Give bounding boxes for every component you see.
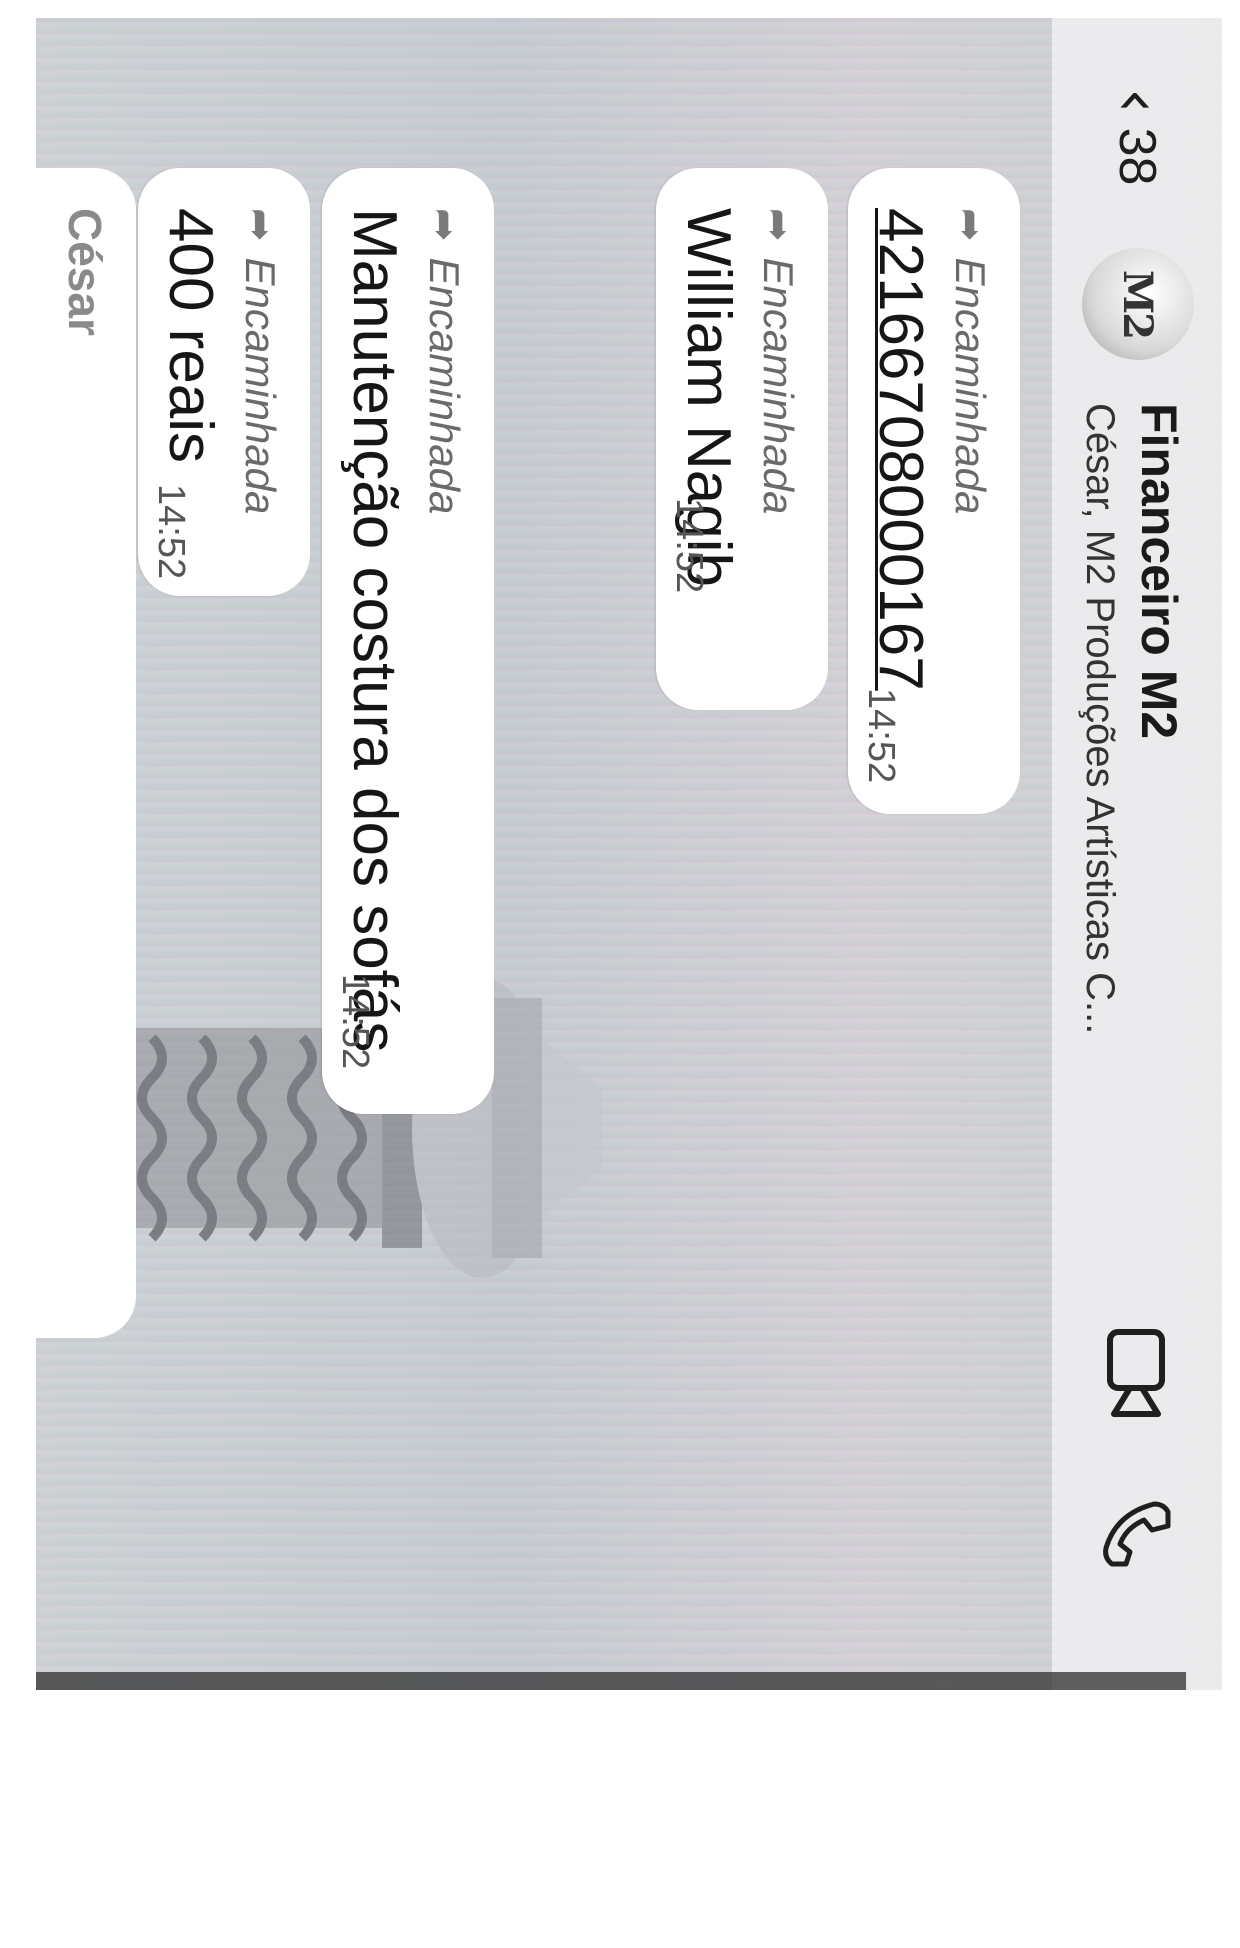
forwarded-text: Encaminhada <box>421 257 468 515</box>
scanned-page: ‹ 38 M2 Financeiro M2 César, M2 Produçõe… <box>0 0 1240 1948</box>
forwarded-label: ➦ Encaminhada <box>236 208 284 514</box>
message-text: 400 reais <box>156 208 225 464</box>
chat-header: ‹ 38 M2 Financeiro M2 César, M2 Produçõe… <box>1052 18 1222 1690</box>
message-time: 14:52 <box>668 498 710 594</box>
back-button[interactable]: ‹ 38 <box>1092 88 1182 198</box>
message-bubble[interactable]: ➦ Encaminhada 42166708000167 14:52 <box>848 168 1020 814</box>
forward-arrow-icon: ➦ <box>755 208 801 242</box>
next-message-bubble[interactable]: César <box>36 168 136 1338</box>
forward-arrow-icon: ➦ <box>947 208 993 242</box>
scan-edge <box>36 1672 1186 1690</box>
forward-arrow-icon: ➦ <box>421 208 467 242</box>
video-camera-icon[interactable] <box>1104 1328 1168 1418</box>
sender-name: César <box>59 208 111 336</box>
unread-count: 38 <box>1108 127 1166 186</box>
forwarded-text: Encaminhada <box>755 257 802 515</box>
chat-screen: ‹ 38 M2 Financeiro M2 César, M2 Produçõe… <box>36 18 1222 1690</box>
chevron-left-icon: ‹ <box>1100 88 1174 114</box>
message-bubble[interactable]: ➦ Encaminhada William Nagib 14:52 <box>656 168 828 710</box>
forward-arrow-icon: ➦ <box>237 208 283 242</box>
message-text-link[interactable]: 42166708000167 <box>865 208 936 691</box>
group-avatar[interactable]: M2 <box>1082 248 1194 360</box>
message-bubble[interactable]: ➦ Encaminhada Manutenção costura dos sof… <box>322 168 494 1114</box>
forwarded-text: Encaminhada <box>237 257 284 515</box>
forwarded-label: ➦ Encaminhada <box>754 208 802 514</box>
message-bubble[interactable]: ➦ Encaminhada 400 reais 14:52 <box>138 168 310 596</box>
message-text: Manutenção costura dos sofás <box>340 208 409 1053</box>
message-time: 14:52 <box>860 688 902 784</box>
phone-icon[interactable] <box>1100 1498 1174 1568</box>
forwarded-label: ➦ Encaminhada <box>946 208 994 514</box>
message-time: 14:52 <box>334 974 376 1070</box>
group-members-subtitle[interactable]: César, M2 Produções Artísticas C... <box>1077 403 1122 1034</box>
forwarded-text: Encaminhada <box>947 257 994 515</box>
message-time: 14:52 <box>150 484 192 580</box>
forwarded-label: ➦ Encaminhada <box>420 208 468 514</box>
chat-screenshot: ‹ 38 M2 Financeiro M2 César, M2 Produçõe… <box>36 18 1222 1690</box>
group-title[interactable]: Financeiro M2 <box>1130 403 1188 739</box>
